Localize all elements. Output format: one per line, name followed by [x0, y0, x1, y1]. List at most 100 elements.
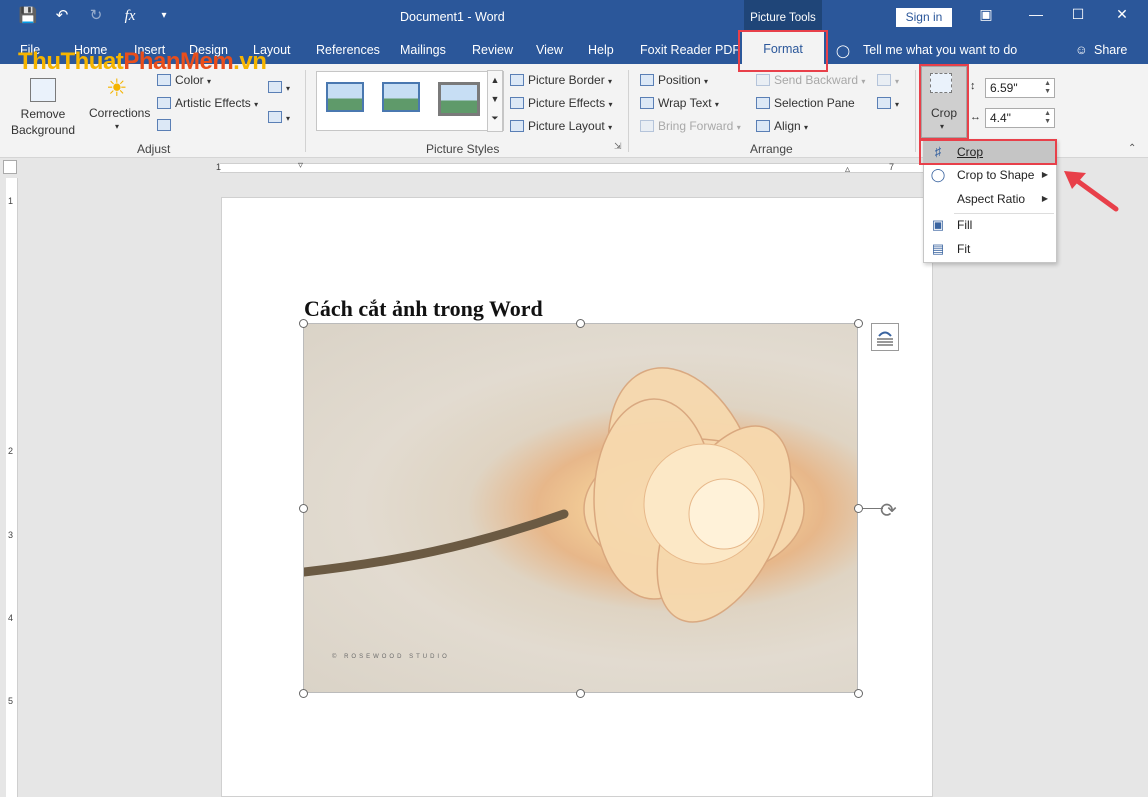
ruler-number: 7 — [889, 162, 895, 172]
wrap-text-label: Wrap Text — [658, 96, 712, 110]
close-icon[interactable]: ✕ — [1112, 6, 1132, 23]
corrections-button[interactable]: Corrections — [89, 106, 150, 120]
wrap-text-button[interactable]: Wrap Text ▾ — [640, 96, 719, 110]
share-icon[interactable]: ☺ — [1075, 43, 1088, 57]
compress-pictures-button[interactable]: ▾ — [268, 80, 290, 94]
resize-handle[interactable] — [854, 689, 863, 698]
transparency-button[interactable] — [157, 118, 175, 132]
rotate-icon — [877, 97, 891, 109]
tab-view[interactable]: View — [536, 43, 563, 57]
tab-help[interactable]: Help — [588, 43, 614, 57]
resize-handle[interactable] — [299, 689, 308, 698]
resize-handle[interactable] — [576, 319, 585, 328]
tab-format[interactable]: Format — [742, 32, 824, 67]
menu-item-label: Crop — [957, 145, 984, 159]
send-backward-button[interactable]: Send Backward ▾ — [756, 73, 865, 87]
ruler-number: 5 — [8, 696, 14, 706]
shape-height-field[interactable]: 6.59" ▲ ▼ — [985, 78, 1055, 98]
tab-selector[interactable] — [3, 160, 17, 174]
menu-item-label: Fill — [957, 218, 973, 232]
picture-effects-label: Picture Effects — [528, 96, 606, 110]
bring-forward-button[interactable]: Bring Forward ▾ — [640, 119, 741, 133]
fill-icon: ▣ — [931, 217, 945, 232]
rotate-objects-button[interactable]: ▾ — [877, 96, 899, 110]
resize-handle[interactable] — [576, 689, 585, 698]
tab-review[interactable]: Review — [472, 43, 513, 57]
group-icon — [877, 74, 891, 86]
menu-item-fit[interactable]: ▤ Fit — [924, 238, 1056, 260]
undo-icon[interactable]: ↶ — [52, 6, 72, 26]
submenu-arrow-icon: ▶ — [1041, 170, 1048, 179]
selected-picture[interactable] — [303, 323, 858, 693]
remove-background-button[interactable]: Remove Background — [10, 106, 76, 138]
picture-effects-icon — [510, 97, 524, 109]
ruler-number: 3 — [8, 530, 14, 540]
corrections-dropdown-icon: ▾ — [115, 122, 120, 131]
ruler-number: 4 — [8, 613, 14, 623]
layout-options-button[interactable] — [871, 323, 899, 351]
quick-access-toolbar: 💾 ↶ ↻ fx ▾ — [18, 6, 174, 26]
tab-foxit[interactable]: Foxit Reader PDF — [640, 43, 740, 57]
crop-dropdown-menu: ♯ Crop ◯ Crop to Shape ▶ Aspect Ratio ▶ … — [923, 139, 1057, 263]
tell-me-search[interactable]: Tell me what you want to do — [863, 43, 1017, 57]
rotate-handle-icon[interactable]: ⟳ — [880, 498, 897, 523]
indent-marker-icon[interactable]: ▿ — [298, 160, 303, 171]
ruler-number: 1 — [8, 196, 14, 206]
crop-button-label: Crop — [931, 106, 958, 120]
gallery-scroll[interactable]: ▲ ▼ ⏷ — [487, 70, 503, 132]
send-backward-label: Send Backward — [774, 73, 859, 87]
position-icon — [640, 74, 654, 86]
collapse-ribbon-icon[interactable]: ⌃ — [1128, 143, 1136, 154]
watermark-logo: ThuThuatPhanMem.vn — [18, 48, 267, 75]
maximize-icon[interactable]: ☐ — [1068, 6, 1088, 23]
right-indent-marker-icon[interactable]: ▵ — [845, 164, 850, 175]
selection-pane-button[interactable]: Selection Pane — [756, 96, 855, 110]
shape-width-field[interactable]: 4.4" ▲ ▼ — [985, 108, 1055, 128]
send-backward-icon — [756, 74, 770, 86]
picture-style-thumb[interactable] — [382, 82, 420, 112]
resize-handle[interactable] — [299, 319, 308, 328]
selection-pane-icon — [756, 97, 770, 109]
menu-item-label: Fit — [957, 242, 971, 256]
picture-style-thumb[interactable] — [326, 82, 364, 112]
menu-item-crop[interactable]: ♯ Crop — [924, 141, 1056, 163]
picture-effects-button[interactable]: Picture Effects ▾ — [510, 96, 613, 110]
save-icon[interactable]: 💾 — [18, 6, 38, 26]
separator — [305, 70, 306, 152]
picture-border-button[interactable]: Picture Border ▾ — [510, 73, 612, 87]
menu-item-aspect-ratio[interactable]: Aspect Ratio ▶ — [924, 188, 1056, 210]
ribbon-display-options-icon[interactable]: ▣ — [976, 6, 996, 23]
minimize-icon[interactable]: — — [1026, 6, 1046, 22]
tab-references[interactable]: References — [316, 43, 380, 57]
separator — [628, 70, 629, 152]
customize-qat-icon[interactable]: ▾ — [154, 6, 174, 26]
group-objects-button[interactable]: ▾ — [877, 73, 899, 87]
artistic-effects-button[interactable]: Artistic Effects ▾ — [157, 96, 258, 110]
sign-in-button[interactable]: Sign in — [896, 8, 952, 27]
position-button[interactable]: Position ▾ — [640, 73, 708, 87]
vertical-ruler: 1 2 3 4 5 — [6, 178, 18, 797]
red-arrow-icon — [1064, 171, 1119, 212]
menu-item-crop-to-shape[interactable]: ◯ Crop to Shape ▶ — [924, 164, 1056, 186]
document-heading[interactable]: Cách cắt ảnh trong Word — [304, 296, 543, 322]
selection-pane-label: Selection Pane — [774, 96, 855, 110]
picture-style-thumb[interactable] — [438, 82, 480, 116]
picture-layout-label: Picture Layout — [528, 119, 605, 133]
picture-layout-button[interactable]: Picture Layout ▾ — [510, 119, 612, 133]
function-icon[interactable]: fx — [120, 6, 140, 26]
picture-border-icon — [510, 74, 524, 86]
align-button[interactable]: Align ▾ — [756, 119, 808, 133]
share-button[interactable]: Share — [1094, 43, 1127, 57]
resize-handle[interactable] — [854, 504, 863, 513]
remove-background-icon — [30, 78, 56, 102]
redo-icon[interactable]: ↻ — [86, 6, 106, 26]
position-label: Position — [658, 73, 701, 87]
change-picture-button[interactable]: ▾ — [268, 110, 290, 124]
menu-item-fill[interactable]: ▣ Fill — [924, 214, 1056, 236]
resize-handle[interactable] — [854, 319, 863, 328]
resize-handle[interactable] — [299, 504, 308, 513]
picture-tools-label: Picture Tools — [744, 0, 822, 36]
tab-mailings[interactable]: Mailings — [400, 43, 446, 57]
picture-styles-launcher-icon[interactable]: ⇲ — [614, 141, 622, 152]
transparency-icon — [157, 119, 171, 131]
